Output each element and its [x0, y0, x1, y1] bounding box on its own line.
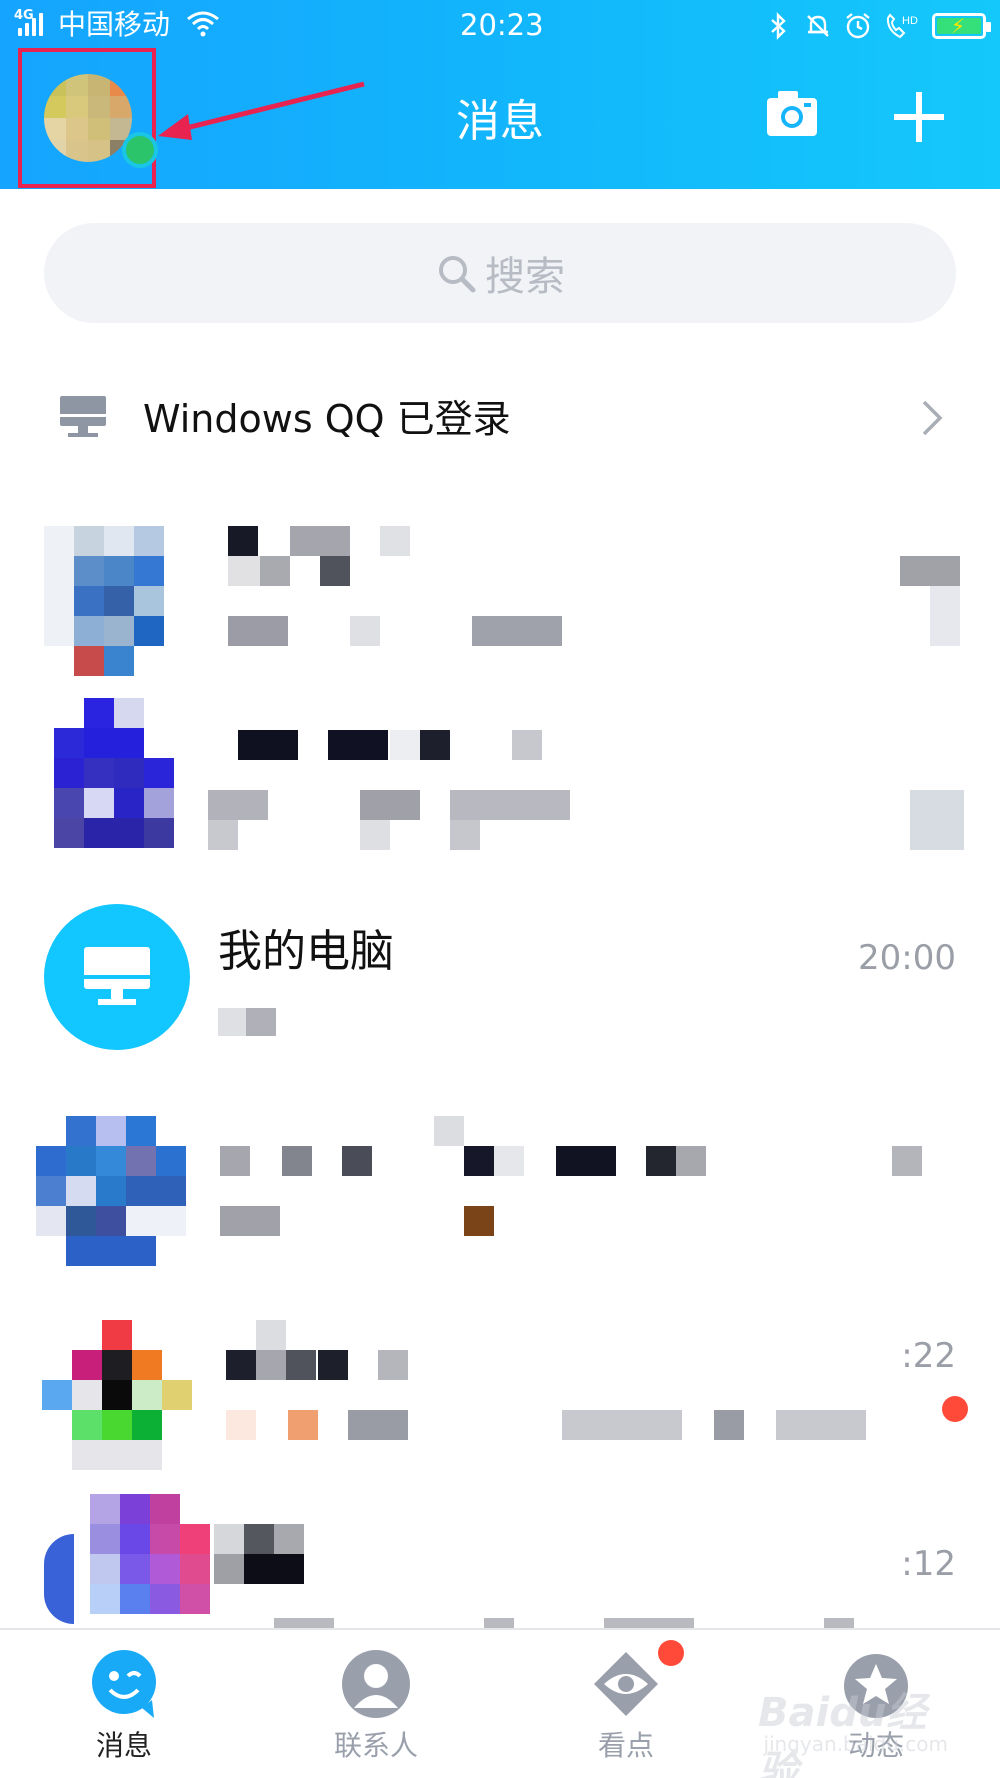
tab-contacts[interactable]: 联系人 — [296, 1646, 456, 1776]
status-bar: 4G 中国移动 20:23 HD ⚡ — [0, 0, 1000, 52]
contact-avatar — [54, 698, 180, 854]
search-icon — [439, 256, 476, 293]
baidu-watermark: Baidu经验 jingyan.baidu.com — [758, 1680, 948, 1778]
conversation-name: 我的电脑 — [218, 926, 394, 977]
alarm-icon — [846, 13, 870, 39]
search-placeholder: 搜索 — [485, 254, 565, 300]
conversation-my-pc[interactable]: 我的电脑 20:00 — [0, 904, 1000, 1050]
contact-avatar — [36, 1116, 192, 1268]
search-bar[interactable]: 搜索 — [44, 223, 956, 323]
hd-call-icon: HD — [886, 13, 918, 39]
qq-app: 4G 中国移动 20:23 HD ⚡ 消息 搜索 Windows QQ 已登录 … — [0, 0, 1000, 1778]
highlight-box — [18, 48, 158, 188]
page-title: 消息 — [456, 96, 544, 147]
message-icon — [92, 1650, 156, 1718]
conversation-item[interactable]: :12 — [0, 1494, 1000, 1628]
conversation-item[interactable] — [0, 1116, 1000, 1268]
conversation-time: 20:00 — [858, 938, 956, 978]
silent-bell-icon — [807, 15, 829, 37]
tab-label: 联系人 — [333, 1729, 418, 1762]
wifi-icon — [187, 11, 219, 37]
tab-label: 看点 — [597, 1729, 654, 1762]
conversation-item[interactable] — [0, 496, 1000, 682]
tab-label: 消息 — [95, 1729, 152, 1762]
computer-icon — [84, 947, 150, 1005]
header-bar: 4G 中国移动 20:23 HD ⚡ 消息 — [0, 0, 1000, 189]
device-login-text: Windows QQ 已登录 — [143, 397, 511, 441]
camera-icon[interactable] — [764, 86, 820, 142]
network-type: 4G — [14, 8, 34, 23]
watermark-logo: Baidu经验 — [758, 1690, 927, 1778]
user-avatar[interactable] — [44, 74, 132, 162]
online-status-dot — [122, 132, 158, 168]
conversation-time: :12 — [901, 1544, 956, 1584]
tab-kandian[interactable]: 看点 — [546, 1640, 706, 1776]
chevron-right-icon — [922, 400, 943, 436]
battery-icon: ⚡ — [932, 13, 991, 39]
conversation-item[interactable]: :22 — [0, 1320, 1000, 1472]
unread-dot — [942, 1396, 968, 1422]
svg-text:HD: HD — [902, 15, 918, 27]
contact-avatar — [42, 1320, 198, 1472]
tab-messages[interactable]: 消息 — [44, 1646, 204, 1776]
annotation-arrow — [158, 81, 365, 140]
carrier-name: 中国移动 — [58, 8, 171, 41]
my-pc-avatar — [44, 904, 190, 1050]
status-icons: HD ⚡ — [764, 10, 991, 42]
conversation-item[interactable] — [0, 698, 1000, 854]
device-login-banner[interactable]: Windows QQ 已登录 — [0, 372, 1000, 468]
monitor-icon — [60, 396, 106, 437]
bluetooth-icon — [771, 12, 786, 40]
notification-badge — [658, 1640, 684, 1666]
watermark-url: jingyan.baidu.com — [763, 1732, 948, 1756]
plus-icon[interactable] — [892, 90, 946, 144]
watch-icon — [594, 1652, 658, 1716]
contact-avatar — [44, 496, 200, 682]
contacts-icon — [342, 1650, 410, 1718]
conversation-time: :22 — [901, 1336, 956, 1376]
contact-avatar — [44, 1494, 210, 1628]
clock: 20:23 — [460, 8, 544, 42]
